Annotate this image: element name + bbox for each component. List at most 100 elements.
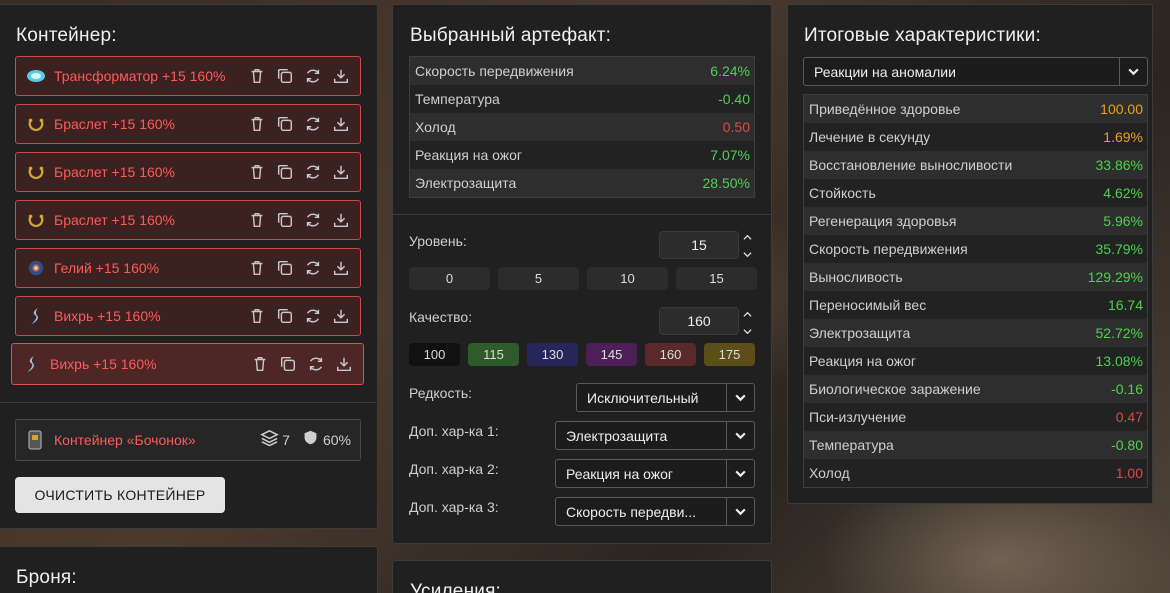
refresh-icon[interactable] xyxy=(306,355,325,374)
stat-value: 6.24% xyxy=(710,63,750,79)
extra3-select[interactable]: Скорость передви... xyxy=(555,497,755,526)
level-preset-button[interactable]: 10 xyxy=(587,267,668,290)
refresh-icon[interactable] xyxy=(303,211,322,230)
totals-title: Итоговые характеристики: xyxy=(804,25,1041,46)
download-icon[interactable] xyxy=(331,163,350,182)
stat-row: Переносимый вес 16.74 xyxy=(804,291,1147,319)
container-title: Контейнер: xyxy=(16,25,117,46)
stat-row: Реакция на ожог 13.08% xyxy=(804,347,1147,375)
divider xyxy=(393,214,771,215)
download-icon[interactable] xyxy=(331,115,350,134)
container-item[interactable]: Браслет +15 160% xyxy=(15,104,361,144)
level-input[interactable]: 15 xyxy=(659,231,739,259)
download-icon[interactable] xyxy=(331,67,350,86)
stat-name: Биологическое заражение xyxy=(809,381,981,397)
rarity-select[interactable]: Исключительный xyxy=(576,383,755,412)
download-icon[interactable] xyxy=(331,307,350,326)
download-icon[interactable] xyxy=(331,211,350,230)
trash-icon[interactable] xyxy=(247,67,266,86)
stat-name: Скорость передвижения xyxy=(809,241,968,257)
rarity-label: Редкость: xyxy=(409,385,473,401)
stat-value: 35.79% xyxy=(1095,241,1143,257)
quality-preset-button[interactable]: 175 xyxy=(704,343,755,366)
container-box-label: Контейнер «Бочонок» xyxy=(54,432,196,448)
container-item[interactable]: Вихрь +15 160% xyxy=(11,343,364,385)
refresh-icon[interactable] xyxy=(303,163,322,182)
chevron-down-icon[interactable] xyxy=(742,250,752,259)
container-item[interactable]: Вихрь +15 160% xyxy=(15,296,361,336)
trash-icon[interactable] xyxy=(247,115,266,134)
container-item-label: Браслет +15 160% xyxy=(54,116,175,132)
container-item[interactable]: Трансформатор +15 160% xyxy=(15,56,361,96)
quality-preset-button[interactable]: 115 xyxy=(468,343,519,366)
container-item[interactable]: Гелий +15 160% xyxy=(15,248,361,288)
trash-icon[interactable] xyxy=(247,259,266,278)
clear-container-button[interactable]: ОЧИСТИТЬ КОНТЕЙНЕР xyxy=(15,477,225,513)
container-item[interactable]: Браслет +15 160% xyxy=(15,200,361,240)
quality-spinner[interactable] xyxy=(742,310,752,336)
container-item[interactable]: Браслет +15 160% xyxy=(15,152,361,192)
refresh-icon[interactable] xyxy=(303,67,322,86)
extra1-select[interactable]: Электрозащита xyxy=(555,421,755,450)
stat-row: Температура -0.80 xyxy=(804,431,1147,459)
quality-preset-button[interactable]: 145 xyxy=(586,343,637,366)
refresh-icon[interactable] xyxy=(303,307,322,326)
download-icon[interactable] xyxy=(331,259,350,278)
rarity-value: Исключительный xyxy=(587,389,699,406)
container-box[interactable]: Контейнер «Бочонок» 7 60% xyxy=(15,419,361,461)
copy-icon[interactable] xyxy=(275,211,294,230)
stat-value: 100.00 xyxy=(1100,101,1143,117)
refresh-icon[interactable] xyxy=(303,259,322,278)
copy-icon[interactable] xyxy=(275,163,294,182)
bracelet-icon xyxy=(26,162,46,182)
level-preset-button[interactable]: 15 xyxy=(676,267,757,290)
copy-icon[interactable] xyxy=(275,259,294,278)
stat-row: Холод 1.00 xyxy=(804,459,1147,487)
quality-preset-button[interactable]: 100 xyxy=(409,343,460,366)
stat-value: 0.47 xyxy=(1115,409,1143,425)
extra2-select[interactable]: Реакция на ожог xyxy=(555,459,755,488)
stat-name: Пси-излучение xyxy=(809,409,907,425)
quality-preset-button[interactable]: 160 xyxy=(645,343,696,366)
level-preset-button[interactable]: 0 xyxy=(409,267,490,290)
chevron-down-icon[interactable] xyxy=(726,460,754,487)
quality-preset-button[interactable]: 130 xyxy=(527,343,578,366)
chevron-down-icon[interactable] xyxy=(726,384,754,411)
stat-row: Биологическое заражение -0.16 xyxy=(804,375,1147,403)
stat-row: Регенерация здоровья 5.96% xyxy=(804,207,1147,235)
chevron-down-icon[interactable] xyxy=(726,498,754,525)
layers-icon xyxy=(260,428,279,452)
quality-input[interactable]: 160 xyxy=(659,307,739,335)
chevron-down-icon[interactable] xyxy=(726,422,754,449)
chevron-up-icon[interactable] xyxy=(742,310,752,319)
copy-icon[interactable] xyxy=(275,307,294,326)
stat-row: Электрозащита 52.72% xyxy=(804,319,1147,347)
refresh-icon[interactable] xyxy=(303,115,322,134)
transformer-icon xyxy=(26,66,46,86)
chevron-down-icon[interactable] xyxy=(742,327,752,336)
chevron-up-icon[interactable] xyxy=(742,233,752,242)
stat-value: 129.29% xyxy=(1087,269,1143,285)
level-spinner[interactable] xyxy=(742,233,752,259)
stat-value: 16.74 xyxy=(1107,297,1143,313)
stat-name: Электрозащита xyxy=(809,325,911,341)
trash-icon[interactable] xyxy=(250,355,269,374)
stat-value: 1.69% xyxy=(1103,129,1143,145)
copy-icon[interactable] xyxy=(275,115,294,134)
chevron-down-icon[interactable] xyxy=(1119,58,1147,85)
stat-row: Реакция на ожог 7.07% xyxy=(410,141,754,169)
level-preset-button[interactable]: 5 xyxy=(498,267,579,290)
container-item-label: Гелий +15 160% xyxy=(54,260,160,276)
copy-icon[interactable] xyxy=(278,355,297,374)
trash-icon[interactable] xyxy=(247,163,266,182)
stat-name: Восстановление выносливости xyxy=(809,157,1013,173)
stat-row: Лечение в секунду 1.69% xyxy=(804,123,1147,151)
trash-icon[interactable] xyxy=(247,307,266,326)
copy-icon[interactable] xyxy=(275,67,294,86)
stat-row: Восстановление выносливости 33.86% xyxy=(804,151,1147,179)
totals-filter-select[interactable]: Реакции на аномалии xyxy=(803,57,1148,86)
download-icon[interactable] xyxy=(334,355,353,374)
container-item-label: Браслет +15 160% xyxy=(54,212,175,228)
stat-value: 13.08% xyxy=(1095,353,1143,369)
trash-icon[interactable] xyxy=(247,211,266,230)
